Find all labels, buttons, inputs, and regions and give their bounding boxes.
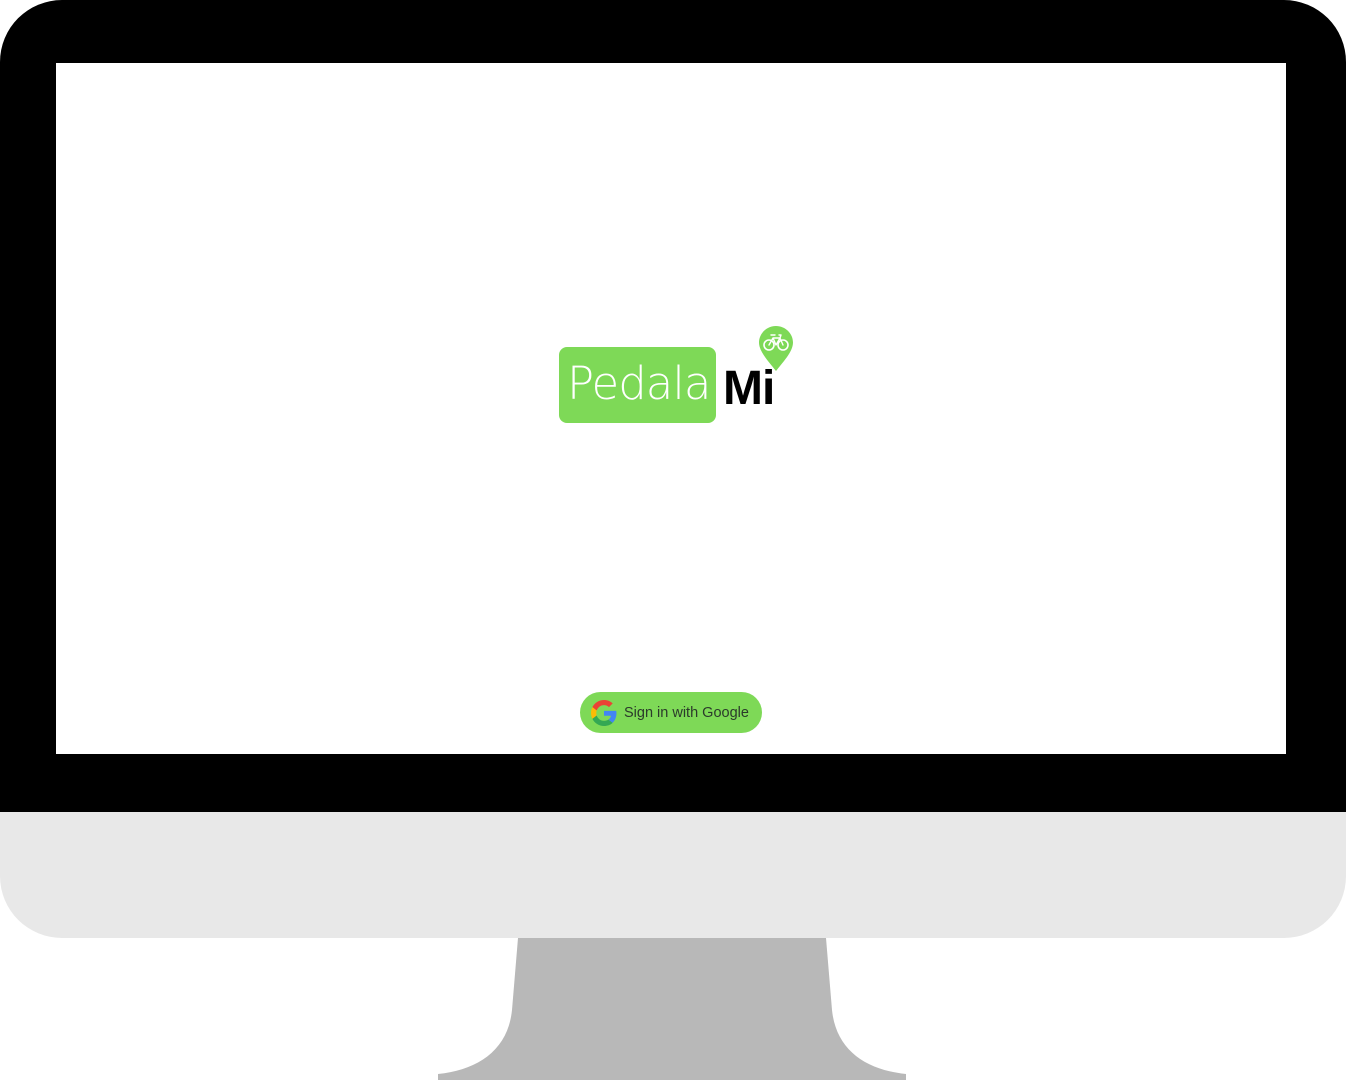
bike-location-pin-icon (759, 326, 793, 371)
device-mockup: Pedala Mi Sign in with Google (0, 0, 1346, 1080)
google-sign-in-label: Sign in with Google (624, 704, 749, 721)
app-screen: Pedala Mi Sign in with Google (56, 63, 1286, 754)
google-g-icon (591, 699, 617, 726)
monitor-chin (0, 812, 1346, 938)
monitor-stand (438, 938, 906, 1080)
app-logo: Pedala Mi (559, 325, 809, 425)
google-sign-in-button[interactable]: Sign in with Google (580, 692, 762, 733)
logo-word: Pedala (567, 357, 711, 410)
